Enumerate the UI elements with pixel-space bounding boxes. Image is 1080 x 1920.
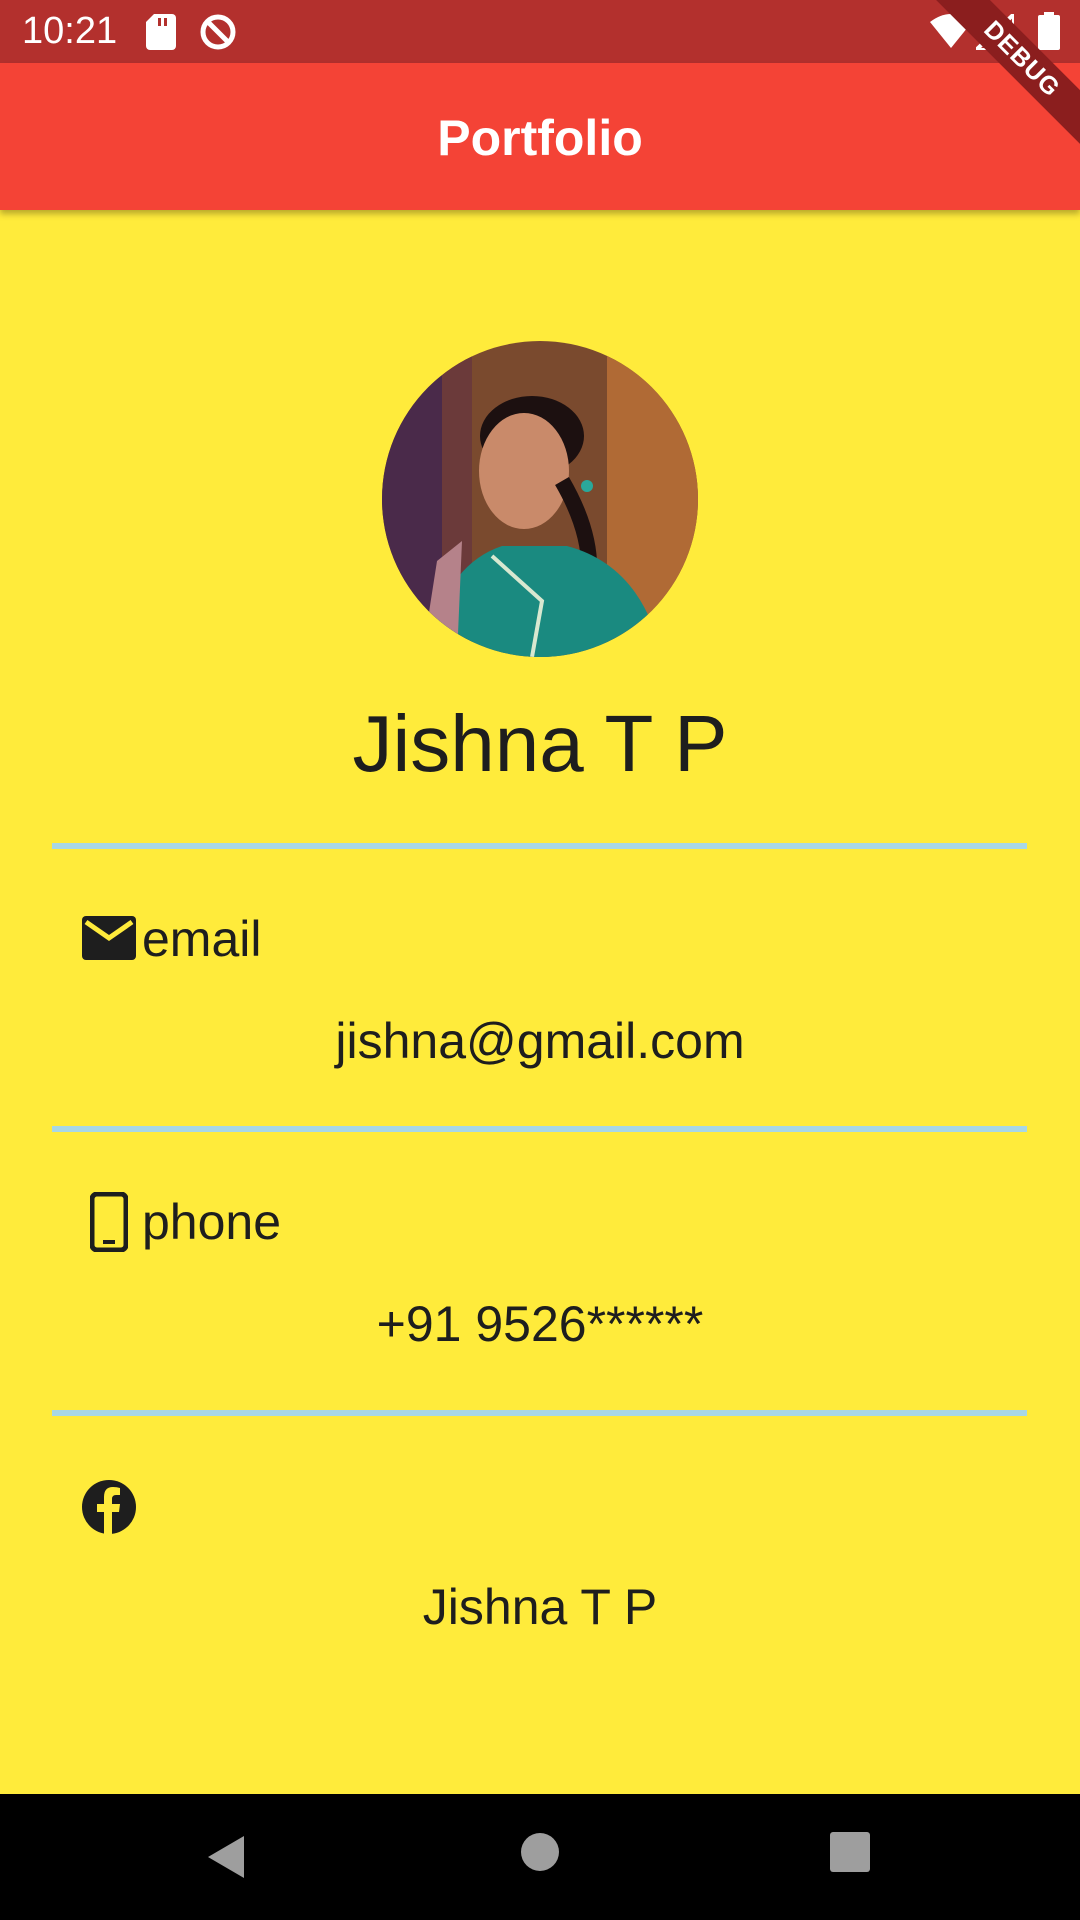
phone-value[interactable]: +91 9526******	[0, 1295, 1080, 1353]
divider	[52, 1410, 1027, 1416]
mail-icon	[82, 916, 136, 960]
facebook-value[interactable]: Jishna T P	[0, 1578, 1080, 1636]
avatar	[382, 341, 698, 657]
back-icon[interactable]	[204, 1834, 248, 1880]
email-label: email	[142, 911, 262, 967]
profile-name: Jishna T P	[352, 699, 728, 788]
home-icon[interactable]	[520, 1832, 560, 1872]
recent-apps-icon[interactable]	[830, 1832, 870, 1872]
phone-icon	[90, 1192, 128, 1252]
app-bar: Portfolio	[0, 63, 1080, 210]
sd-card-icon	[146, 14, 176, 50]
app-title: Portfolio	[437, 110, 643, 166]
email-value[interactable]: jishna@gmail.com	[0, 1012, 1080, 1070]
facebook-icon	[82, 1480, 136, 1534]
signal-icon	[976, 14, 1014, 50]
phone-label: phone	[142, 1194, 282, 1250]
navigation-bar	[0, 1794, 1080, 1920]
status-time: 10:21	[22, 10, 118, 52]
wifi-icon	[930, 14, 972, 48]
status-bar: 10:21	[0, 0, 1080, 63]
divider	[52, 843, 1027, 849]
profile-photo	[382, 341, 698, 657]
divider	[52, 1126, 1027, 1132]
battery-icon	[1038, 12, 1060, 50]
sync-disabled-icon	[200, 14, 236, 50]
